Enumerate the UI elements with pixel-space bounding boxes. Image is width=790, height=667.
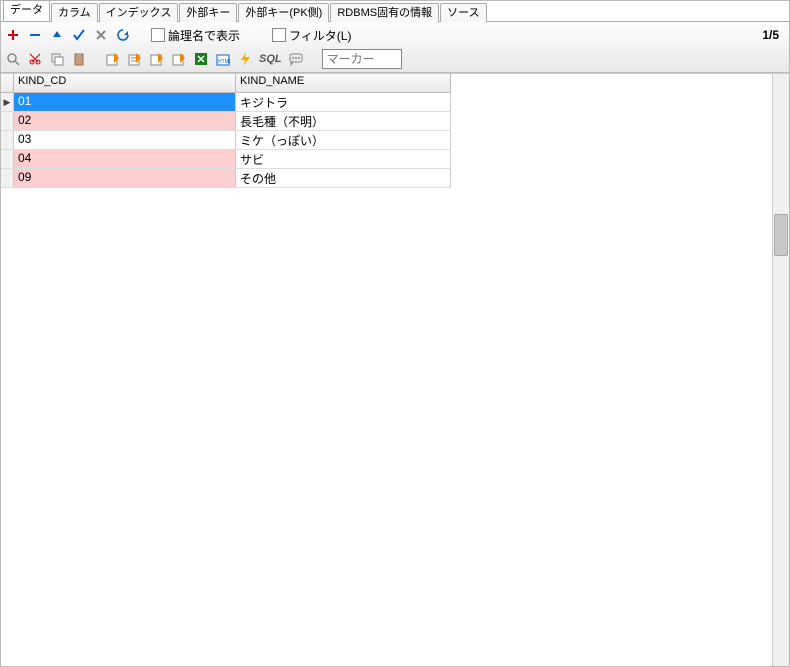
export-html-icon[interactable]: HTML bbox=[215, 51, 231, 67]
table-row[interactable]: 02長毛種（不明） bbox=[1, 112, 451, 131]
toolbar-row-1: 論理名で表示 フィルタ(L) 1/5 bbox=[5, 24, 785, 46]
grid-header: KIND_CD KIND_NAME bbox=[1, 74, 451, 93]
column-header-kind-name[interactable]: KIND_NAME bbox=[236, 74, 451, 92]
cell-kind-name[interactable]: その他 bbox=[236, 169, 451, 187]
cell-kind-name[interactable]: ミケ（っぽい） bbox=[236, 131, 451, 149]
svg-text:HTML: HTML bbox=[218, 59, 230, 65]
cell-kind-name[interactable]: キジトラ bbox=[236, 93, 451, 111]
export-sql-icon[interactable] bbox=[149, 51, 165, 67]
row-marker: ▶ bbox=[1, 93, 14, 111]
filter-checkbox[interactable]: フィルタ(L) bbox=[272, 27, 351, 44]
tab-6[interactable]: ソース bbox=[440, 3, 486, 22]
cut-icon[interactable] bbox=[27, 51, 43, 67]
row-marker bbox=[1, 169, 14, 187]
copy-icon[interactable] bbox=[49, 51, 65, 67]
cell-kind-cd[interactable]: 09 bbox=[14, 169, 236, 187]
export-table-icon[interactable] bbox=[127, 51, 143, 67]
logical-name-checkbox[interactable]: 論理名で表示 bbox=[151, 27, 240, 44]
grid-wrap: KIND_CD KIND_NAME ▶01キジトラ02長毛種（不明）03ミケ（っ… bbox=[1, 73, 789, 666]
table-row[interactable]: 03ミケ（っぽい） bbox=[1, 131, 451, 150]
cell-kind-cd[interactable]: 04 bbox=[14, 150, 236, 168]
grid-blank bbox=[451, 74, 772, 666]
tab-1[interactable]: カラム bbox=[51, 3, 98, 22]
logical-name-label: 論理名で表示 bbox=[168, 27, 240, 44]
up-icon[interactable] bbox=[49, 27, 65, 43]
tab-2[interactable]: インデックス bbox=[99, 3, 179, 22]
vertical-scrollbar[interactable] bbox=[772, 74, 789, 666]
row-marker-header bbox=[1, 74, 14, 92]
row-marker bbox=[1, 112, 14, 130]
cell-kind-name[interactable]: サビ bbox=[236, 150, 451, 168]
paste-icon[interactable] bbox=[71, 51, 87, 67]
refresh-icon[interactable] bbox=[115, 27, 131, 43]
toolbar-row-2: HTML SQL bbox=[5, 48, 785, 70]
cell-kind-cd[interactable]: 03 bbox=[14, 131, 236, 149]
cell-kind-name[interactable]: 長毛種（不明） bbox=[236, 112, 451, 130]
data-grid[interactable]: KIND_CD KIND_NAME ▶01キジトラ02長毛種（不明）03ミケ（っ… bbox=[1, 74, 451, 666]
column-header-kind-cd[interactable]: KIND_CD bbox=[14, 74, 236, 92]
check-icon[interactable] bbox=[71, 27, 87, 43]
filter-label: フィルタ(L) bbox=[289, 27, 351, 44]
cell-kind-cd[interactable]: 02 bbox=[14, 112, 236, 130]
paging-indicator: 1/5 bbox=[762, 28, 785, 42]
marker-input[interactable] bbox=[322, 49, 402, 69]
scrollbar-thumb[interactable] bbox=[774, 214, 788, 256]
add-icon[interactable] bbox=[5, 27, 21, 43]
app-window: データカラムインデックス外部キー外部キー(PK側)RDBMS固有の情報ソース 論… bbox=[0, 0, 790, 667]
search-icon[interactable] bbox=[5, 51, 21, 67]
export-csv-icon[interactable] bbox=[105, 51, 121, 67]
lightning-icon[interactable] bbox=[237, 51, 253, 67]
tab-4[interactable]: 外部キー(PK側) bbox=[238, 3, 329, 22]
comment-icon[interactable] bbox=[288, 51, 304, 67]
export-file-icon[interactable] bbox=[171, 51, 187, 67]
toolbar: 論理名で表示 フィルタ(L) 1/5 HTML SQL bbox=[1, 22, 789, 73]
table-row[interactable]: 09その他 bbox=[1, 169, 451, 188]
row-marker bbox=[1, 131, 14, 149]
tab-0[interactable]: データ bbox=[3, 0, 50, 21]
cell-kind-cd[interactable]: 01 bbox=[14, 93, 236, 111]
sql-button[interactable]: SQL bbox=[259, 51, 282, 67]
table-row[interactable]: ▶01キジトラ bbox=[1, 93, 451, 112]
row-marker bbox=[1, 150, 14, 168]
tab-5[interactable]: RDBMS固有の情報 bbox=[330, 3, 439, 22]
grid-body: ▶01キジトラ02長毛種（不明）03ミケ（っぽい）04サビ09その他 bbox=[1, 93, 451, 188]
cancel-icon[interactable] bbox=[93, 27, 109, 43]
table-row[interactable]: 04サビ bbox=[1, 150, 451, 169]
tab-bar: データカラムインデックス外部キー外部キー(PK側)RDBMS固有の情報ソース bbox=[1, 1, 789, 22]
export-excel-icon[interactable] bbox=[193, 51, 209, 67]
remove-icon[interactable] bbox=[27, 27, 43, 43]
tab-3[interactable]: 外部キー bbox=[179, 3, 237, 22]
